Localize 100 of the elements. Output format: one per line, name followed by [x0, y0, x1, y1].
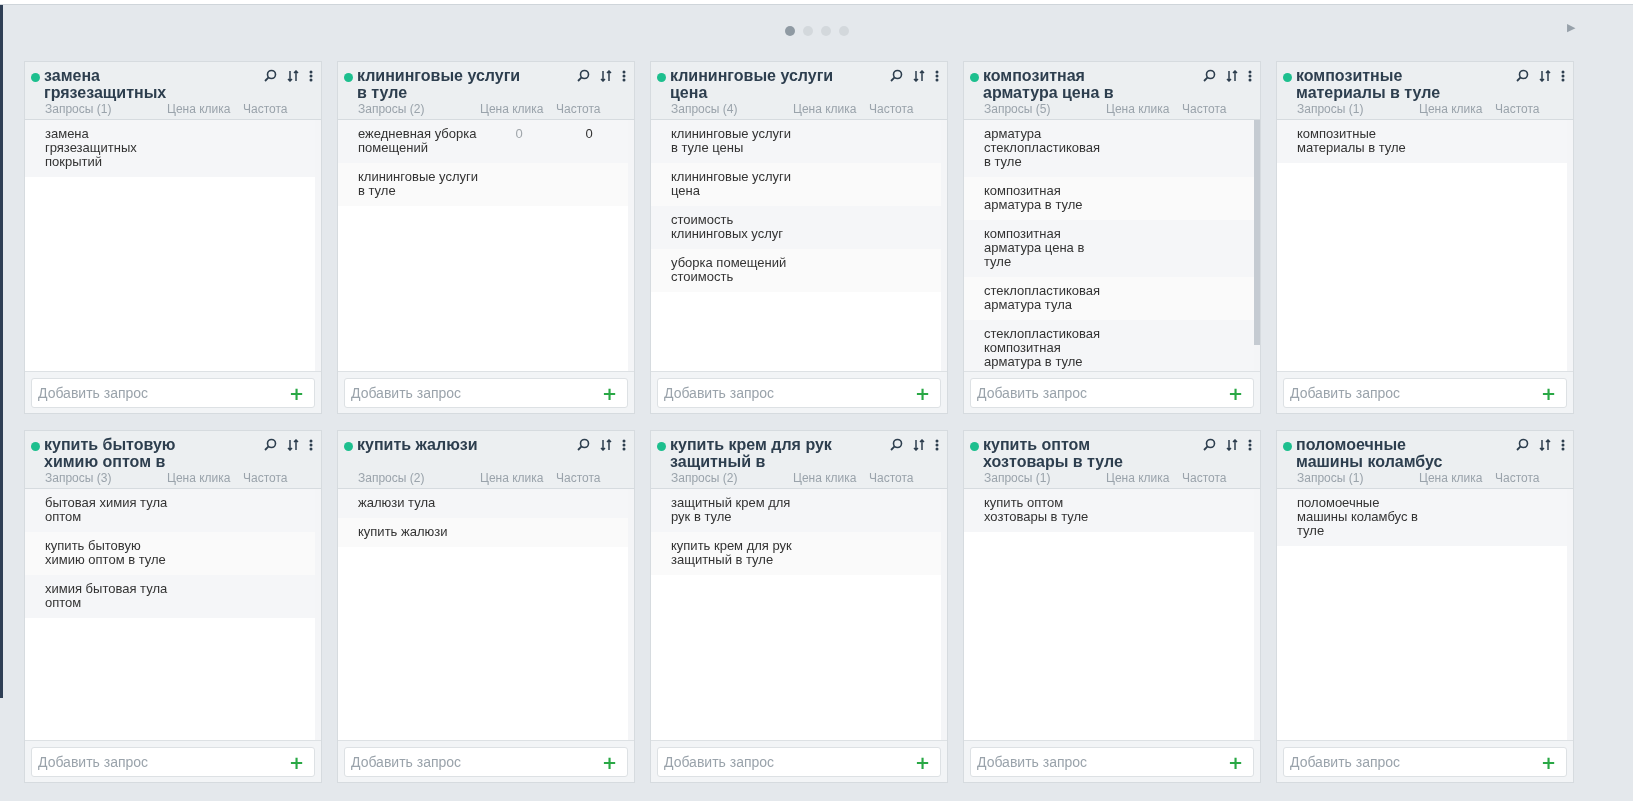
column-header: Цена клика	[167, 102, 232, 116]
column-header: Частота	[1182, 102, 1227, 116]
sort-icon[interactable]	[1226, 438, 1238, 451]
scrollbar[interactable]	[1254, 489, 1260, 740]
status-dot	[657, 73, 666, 82]
search-icon[interactable]	[1203, 438, 1216, 451]
query-row[interactable]: уборка помещений стоимость	[651, 249, 941, 292]
more-icon[interactable]	[309, 69, 313, 82]
status-dot	[657, 442, 666, 451]
query-row[interactable]: стеклопластиковая арматура тула	[964, 277, 1254, 320]
more-icon[interactable]	[622, 69, 626, 82]
column-header: Частота	[1495, 471, 1540, 485]
status-dot	[970, 442, 979, 451]
query-text: композитная арматура цена в туле	[984, 227, 1086, 269]
column-header: Частота	[243, 471, 288, 485]
query-count: Запросы (1)	[1297, 102, 1365, 116]
group-title: купить бытовую химию оптом в	[44, 436, 177, 470]
sort-icon[interactable]	[600, 69, 612, 82]
query-text: купить крем для рук защитный в туле	[671, 539, 793, 567]
more-icon[interactable]	[1248, 438, 1252, 451]
query-row[interactable]: купить крем для рук защитный в туле	[651, 532, 941, 575]
query-row[interactable]: ежедневная уборка помещений 0 0	[338, 120, 628, 163]
query-text: поломоечные машины коламбус в туле	[1297, 496, 1419, 538]
search-icon[interactable]	[264, 69, 277, 82]
query-count: Запросы (3)	[45, 471, 113, 485]
click-price: 0	[514, 127, 524, 143]
column-header: Цена клика	[480, 102, 545, 116]
query-text: купить жалюзи	[358, 525, 449, 539]
more-icon[interactable]	[1561, 69, 1565, 82]
search-icon[interactable]	[1203, 69, 1216, 82]
query-count: Запросы (2)	[358, 102, 426, 116]
query-row[interactable]: клининговые услуги в туле цены	[651, 120, 941, 163]
scrollbar[interactable]	[941, 120, 947, 371]
sort-icon[interactable]	[913, 438, 925, 451]
query-text: ежедневная уборка помещений	[358, 127, 478, 155]
query-text: купить бытовую химию оптом в туле	[45, 539, 167, 567]
column-header: Частота	[1495, 102, 1540, 116]
status-dot	[1283, 73, 1292, 82]
query-count: Запросы (2)	[358, 471, 426, 485]
column-header: Цена клика	[793, 471, 858, 485]
query-row[interactable]: жалюзи тула	[338, 489, 628, 518]
query-count: Запросы (1)	[45, 102, 113, 116]
query-row[interactable]: купить бытовую химию оптом в туле	[25, 532, 315, 575]
query-row[interactable]: купить оптом хозтовары в туле	[964, 489, 1254, 532]
query-row[interactable]: клининговые услуги цена	[651, 163, 941, 206]
more-icon[interactable]	[1248, 69, 1252, 82]
column-header: Частота	[243, 102, 288, 116]
sort-icon[interactable]	[287, 438, 299, 451]
search-icon[interactable]	[577, 438, 590, 451]
more-icon[interactable]	[309, 438, 313, 451]
query-row[interactable]: бытовая химия тула оптом	[25, 489, 315, 532]
query-row[interactable]: композитная арматура в туле	[964, 177, 1254, 220]
sort-icon[interactable]	[1539, 69, 1551, 82]
sort-icon[interactable]	[913, 69, 925, 82]
scrollbar[interactable]	[628, 489, 634, 740]
sort-icon[interactable]	[1539, 438, 1551, 451]
scrollbar[interactable]	[315, 120, 321, 371]
search-icon[interactable]	[1516, 69, 1529, 82]
query-row[interactable]: замена грязезащитных покрытий	[25, 120, 315, 177]
search-icon[interactable]	[577, 69, 590, 82]
more-icon[interactable]	[622, 438, 626, 451]
scrollbar[interactable]	[628, 120, 634, 371]
query-row[interactable]: химия бытовая тула оптом	[25, 575, 315, 618]
query-text: стеклопластиковая композитная арматура в туле	[984, 327, 1101, 369]
column-header: Цена клика	[1106, 102, 1171, 116]
query-text: жалюзи тула	[358, 496, 437, 510]
status-dot	[970, 73, 979, 82]
query-row[interactable]: стеклопластиковая композитная арматура в туле	[964, 320, 1254, 371]
sort-icon[interactable]	[287, 69, 299, 82]
scrollbar[interactable]	[315, 489, 321, 740]
query-row[interactable]: композитные материалы в туле	[1277, 120, 1567, 163]
scrollbar[interactable]	[1567, 489, 1573, 740]
group-title: купить крем для рук защитный в	[670, 436, 833, 470]
scrollbar[interactable]	[1567, 120, 1573, 371]
search-icon[interactable]	[1516, 438, 1529, 451]
query-row[interactable]: арматура стеклопластиковая в туле	[964, 120, 1254, 177]
more-icon[interactable]	[935, 438, 939, 451]
search-icon[interactable]	[890, 438, 903, 451]
query-row[interactable]: защитный крем для рук в туле	[651, 489, 941, 532]
query-row[interactable]: купить жалюзи	[338, 518, 628, 547]
query-text: уборка помещений стоимость	[671, 256, 788, 284]
column-header: Частота	[869, 471, 914, 485]
more-icon[interactable]	[1561, 438, 1565, 451]
search-icon[interactable]	[890, 69, 903, 82]
query-row[interactable]: поломоечные машины коламбус в туле	[1277, 489, 1567, 546]
sort-icon[interactable]	[1226, 69, 1238, 82]
sort-icon[interactable]	[600, 438, 612, 451]
search-icon[interactable]	[264, 438, 277, 451]
query-text: химия бытовая тула оптом	[45, 582, 169, 610]
more-icon[interactable]	[935, 69, 939, 82]
status-dot	[344, 73, 353, 82]
query-row[interactable]: композитная арматура цена в туле	[964, 220, 1254, 277]
query-row[interactable]: клининговые услуги в туле	[338, 163, 628, 206]
status-dot	[344, 442, 353, 451]
column-header: Частота	[869, 102, 914, 116]
column-header: Частота	[1182, 471, 1227, 485]
page-dot[interactable]	[784, 26, 795, 36]
scrollbar[interactable]	[941, 489, 947, 740]
query-row[interactable]: стоимость клининговых услуг	[651, 206, 941, 249]
column-header: Цена клика	[1106, 471, 1171, 485]
